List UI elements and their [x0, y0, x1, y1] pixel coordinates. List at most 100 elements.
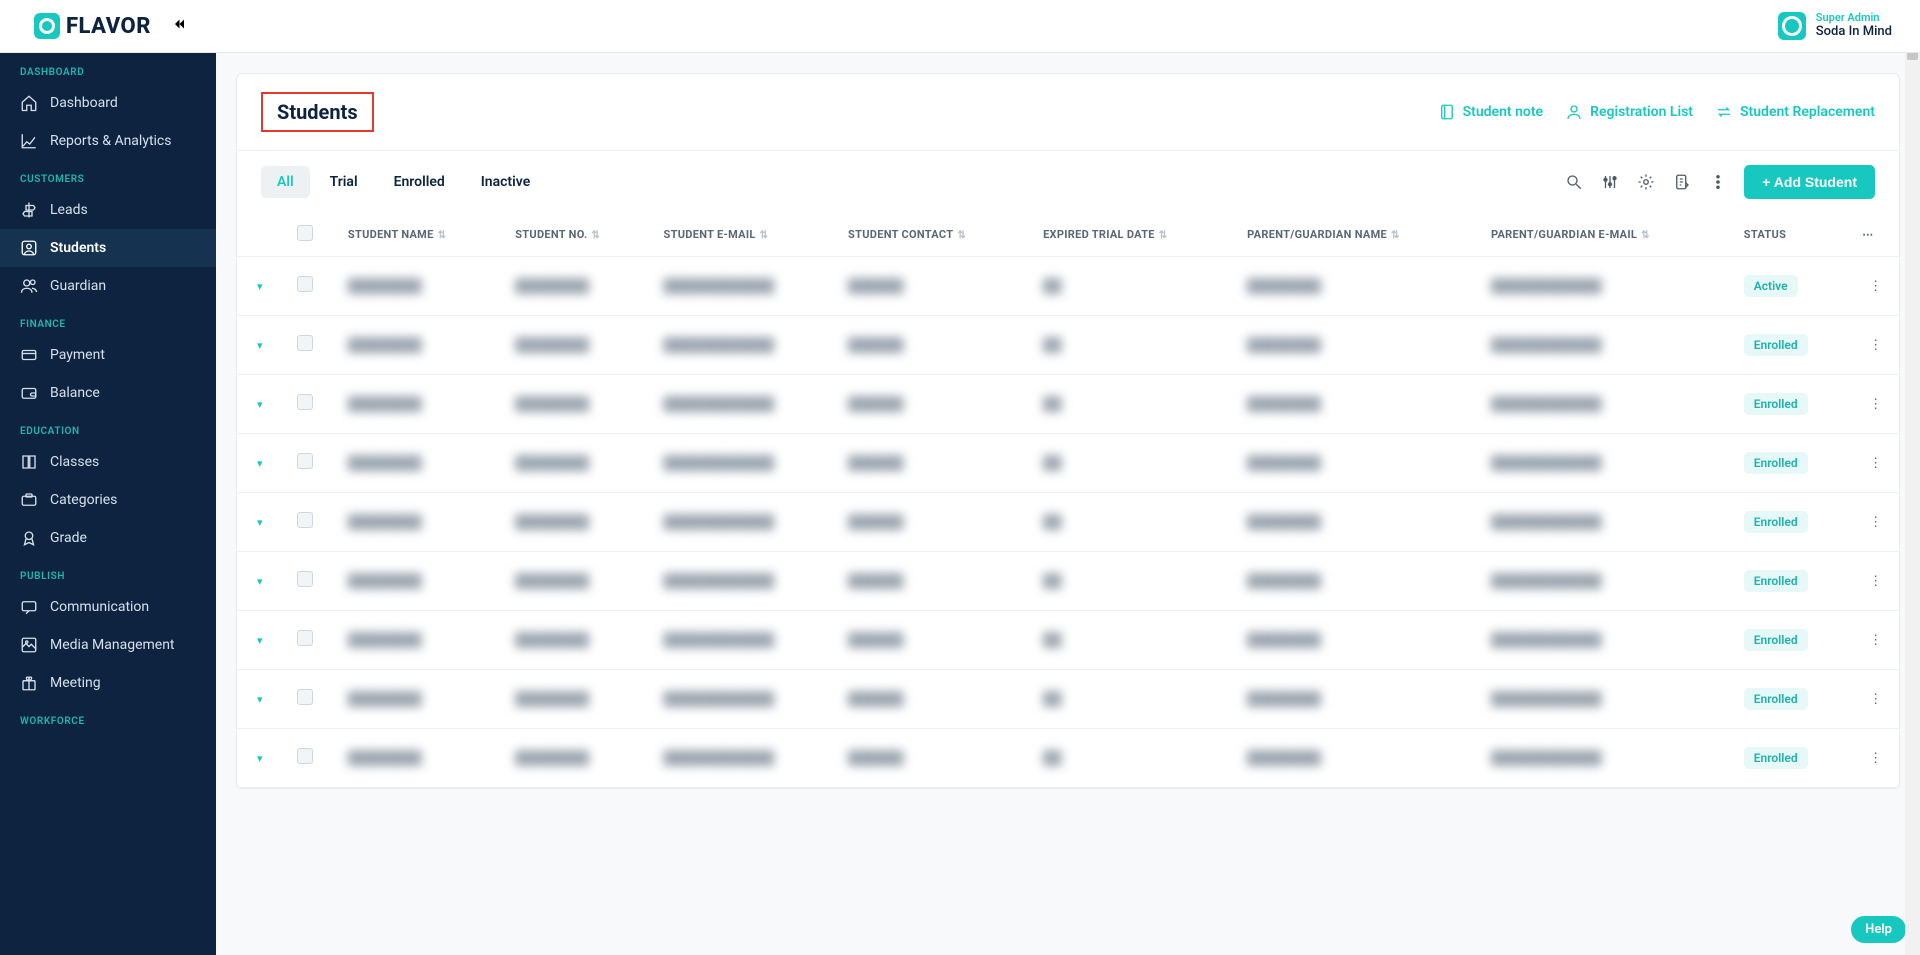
row-menu-icon[interactable]: ⋮ [1852, 729, 1899, 788]
student-note-link[interactable]: Student note [1438, 103, 1543, 121]
student-replacement-link[interactable]: Student Replacement [1715, 103, 1875, 121]
sidebar-item-label: Reports & Analytics [50, 133, 172, 149]
card-icon [20, 346, 38, 364]
cell-guardian-name: ████████ [1247, 574, 1321, 589]
cell-student-name: ████████ [348, 338, 422, 353]
table-row[interactable]: ▾███████████████████████████████████████… [237, 375, 1899, 434]
nav-section-label: PUBLISH [0, 557, 216, 588]
table-row[interactable]: ▾███████████████████████████████████████… [237, 493, 1899, 552]
sidebar-item-meeting[interactable]: Meeting [0, 664, 216, 702]
home-icon [20, 94, 38, 112]
tab-inactive[interactable]: Inactive [465, 166, 546, 198]
nav-section-label: WORKFORCE [0, 702, 216, 733]
table-row[interactable]: ▾███████████████████████████████████████… [237, 257, 1899, 316]
page-title-highlight: Students [261, 92, 374, 132]
row-checkbox[interactable] [297, 512, 313, 528]
row-menu-icon[interactable]: ⋮ [1852, 257, 1899, 316]
col-guardian-email[interactable]: PARENT/GUARDIAN E-MAIL [1491, 228, 1637, 241]
export-icon[interactable] [1672, 172, 1692, 192]
sidebar-item-media-management[interactable]: Media Management [0, 626, 216, 664]
sidebar-item-label: Payment [50, 347, 105, 363]
row-checkbox[interactable] [297, 571, 313, 587]
search-icon[interactable] [1564, 172, 1584, 192]
expand-row-icon[interactable]: ▾ [257, 280, 263, 293]
row-menu-icon[interactable]: ⋮ [1852, 316, 1899, 375]
table-row[interactable]: ▾███████████████████████████████████████… [237, 552, 1899, 611]
help-button[interactable]: Help [1851, 916, 1906, 943]
filter-icon[interactable] [1600, 172, 1620, 192]
brand-logo[interactable]: FLAVOR [34, 13, 151, 39]
sidebar-item-classes[interactable]: Classes [0, 443, 216, 481]
table-row[interactable]: ▾███████████████████████████████████████… [237, 434, 1899, 493]
table-row[interactable]: ▾███████████████████████████████████████… [237, 316, 1899, 375]
add-student-button[interactable]: + Add Student [1744, 165, 1875, 199]
col-expired-trial[interactable]: EXPIRED TRIAL DATE [1043, 228, 1155, 241]
row-menu-icon[interactable]: ⋮ [1852, 375, 1899, 434]
expand-row-icon[interactable]: ▾ [257, 752, 263, 765]
tab-trial[interactable]: Trial [314, 166, 374, 198]
registration-list-link[interactable]: Registration List [1565, 103, 1693, 121]
sidebar-item-balance[interactable]: Balance [0, 374, 216, 412]
row-checkbox[interactable] [297, 276, 313, 292]
scrollbar[interactable] [1905, 0, 1920, 955]
cell-expired-trial: ██ [1043, 633, 1061, 648]
expand-row-icon[interactable]: ▾ [257, 398, 263, 411]
gear-icon[interactable] [1636, 172, 1656, 192]
row-menu-icon[interactable]: ⋮ [1852, 552, 1899, 611]
sidebar-item-categories[interactable]: Categories [0, 481, 216, 519]
status-badge: Enrolled [1744, 688, 1808, 710]
cell-guardian-email: ████████████ [1491, 515, 1602, 530]
expand-row-icon[interactable]: ▾ [257, 634, 263, 647]
tab-all[interactable]: All [261, 166, 310, 198]
col-status[interactable]: STATUS [1744, 228, 1786, 241]
collapse-sidebar-icon[interactable] [169, 15, 187, 38]
sidebar-item-dashboard[interactable]: Dashboard [0, 84, 216, 122]
table-row[interactable]: ▾███████████████████████████████████████… [237, 729, 1899, 788]
row-menu-icon[interactable]: ⋮ [1852, 670, 1899, 729]
col-student-name[interactable]: STUDENT NAME [348, 228, 434, 241]
sidebar-item-payment[interactable]: Payment [0, 336, 216, 374]
col-student-email[interactable]: STUDENT E-MAIL [664, 228, 756, 241]
cell-student-name: ████████ [348, 456, 422, 471]
sidebar-item-label: Media Management [50, 637, 175, 653]
sidebar-item-reports-analytics[interactable]: Reports & Analytics [0, 122, 216, 160]
select-all-checkbox[interactable] [297, 225, 313, 241]
expand-row-icon[interactable]: ▾ [257, 516, 263, 529]
expand-row-icon[interactable]: ▾ [257, 339, 263, 352]
sidebar-item-grade[interactable]: Grade [0, 519, 216, 557]
sidebar-item-label: Students [50, 240, 106, 256]
table-row[interactable]: ▾███████████████████████████████████████… [237, 611, 1899, 670]
row-checkbox[interactable] [297, 630, 313, 646]
col-guardian-name[interactable]: PARENT/GUARDIAN NAME [1247, 228, 1387, 241]
cell-guardian-name: ████████ [1247, 515, 1321, 530]
cell-expired-trial: ██ [1043, 574, 1061, 589]
expand-row-icon[interactable]: ▾ [257, 693, 263, 706]
sidebar-item-communication[interactable]: Communication [0, 588, 216, 626]
col-student-no[interactable]: STUDENT NO. [515, 228, 587, 241]
row-checkbox[interactable] [297, 335, 313, 351]
row-menu-icon[interactable]: ⋮ [1852, 611, 1899, 670]
row-menu-icon[interactable]: ⋮ [1852, 493, 1899, 552]
tab-enrolled[interactable]: Enrolled [378, 166, 461, 198]
sidebar-item-label: Dashboard [50, 95, 118, 111]
nav-section-label: FINANCE [0, 305, 216, 336]
col-student-contact[interactable]: STUDENT CONTACT [848, 228, 953, 241]
cell-student-name: ████████ [348, 574, 422, 589]
expand-row-icon[interactable]: ▾ [257, 457, 263, 470]
avatar-icon [1778, 12, 1806, 40]
table-row[interactable]: ▾███████████████████████████████████████… [237, 670, 1899, 729]
row-menu-icon[interactable]: ⋮ [1852, 434, 1899, 493]
expand-row-icon[interactable]: ▾ [257, 575, 263, 588]
cell-guardian-email: ████████████ [1491, 279, 1602, 294]
row-checkbox[interactable] [297, 689, 313, 705]
row-checkbox[interactable] [297, 748, 313, 764]
sidebar-item-leads[interactable]: Leads [0, 191, 216, 229]
sidebar-item-guardian[interactable]: Guardian [0, 267, 216, 305]
sidebar-item-students[interactable]: Students [0, 229, 216, 267]
profile-menu[interactable]: Super Admin Soda In Mind [1778, 12, 1892, 40]
more-icon[interactable] [1708, 172, 1728, 192]
row-checkbox[interactable] [297, 394, 313, 410]
row-checkbox[interactable] [297, 453, 313, 469]
col-more-icon[interactable]: ⋯ [1852, 213, 1899, 257]
cell-student-no: ████████ [515, 338, 589, 353]
